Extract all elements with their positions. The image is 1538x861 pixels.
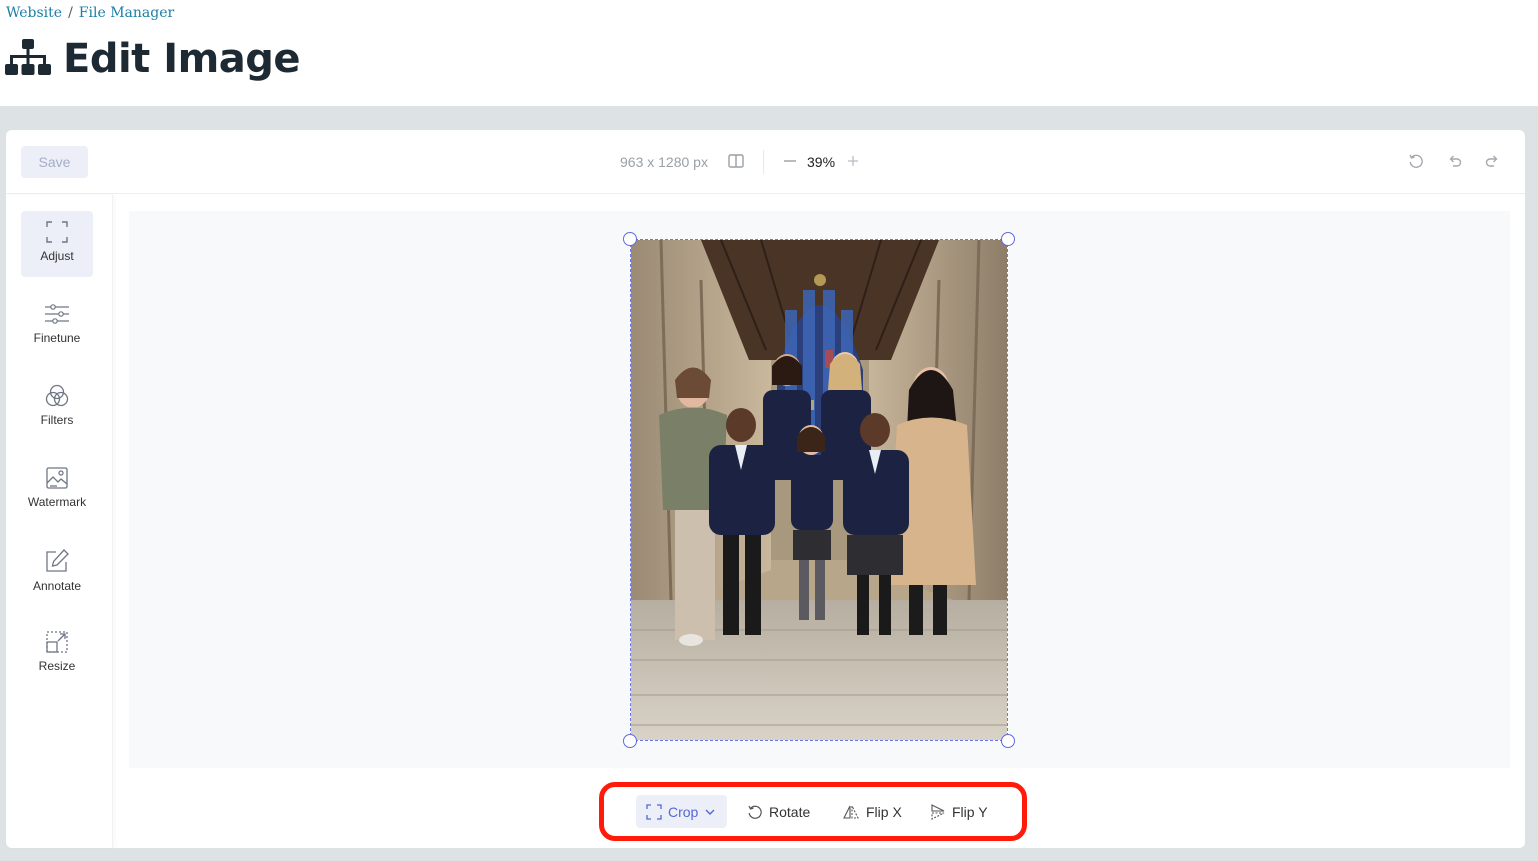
sliders-icon [45, 304, 69, 324]
crop-handle-bottom-right[interactable] [1001, 734, 1015, 748]
sitemap-icon [5, 37, 63, 82]
sidebar-item-resize[interactable]: Resize [21, 621, 93, 687]
tool-sidebar: Adjust Finetune Filters Watermark Annota… [6, 195, 113, 848]
title-row: Edit Image [5, 36, 301, 82]
flip-x-label: Flip X [866, 803, 902, 820]
breadcrumb-separator: / [68, 5, 73, 21]
sidebar-item-finetune[interactable]: Finetune [21, 293, 93, 359]
zoom-in-button[interactable] [845, 151, 861, 171]
sidebar-item-adjust[interactable]: Adjust [21, 211, 93, 277]
sidebar-item-filters[interactable]: Filters [21, 375, 93, 441]
flip-y-label: Flip Y [952, 803, 988, 820]
reset-icon[interactable] [1408, 153, 1424, 174]
compare-icon[interactable] [728, 154, 744, 173]
zoom-level[interactable]: 39% [807, 154, 835, 170]
crop-handle-top-left[interactable] [623, 232, 637, 246]
minus-icon [784, 160, 796, 162]
rotate-icon [748, 805, 762, 819]
image-editor: Save 963 x 1280 px 39% Adjust Finetune F… [6, 130, 1525, 848]
sidebar-item-label: Watermark [27, 495, 87, 509]
crop-frame-icon [46, 221, 68, 243]
resize-icon [46, 631, 68, 653]
crop-frame-icon [646, 803, 662, 820]
save-button[interactable]: Save [21, 146, 88, 178]
page-title: Edit Image [63, 36, 301, 82]
sidebar-item-label: Filters [40, 413, 74, 427]
toolbar-divider [763, 150, 764, 174]
rotate-button[interactable]: Rotate [737, 795, 820, 828]
image-watermark-icon [46, 467, 68, 489]
redo-icon[interactable] [1484, 153, 1500, 174]
flip-y-icon [931, 803, 945, 820]
crop-button[interactable]: Crop [636, 795, 728, 828]
chevron-down-icon [705, 809, 715, 815]
sidebar-item-label: Resize [38, 659, 76, 673]
crop-label: Crop [668, 803, 699, 820]
undo-icon[interactable] [1447, 153, 1463, 174]
plus-icon [848, 156, 858, 166]
sidebar-item-label: Adjust [40, 249, 74, 263]
color-circles-icon [45, 384, 69, 407]
editor-toolbar: Save 963 x 1280 px 39% [6, 130, 1525, 194]
sidebar-item-annotate[interactable]: Annotate [21, 539, 93, 605]
crop-handle-top-right[interactable] [1001, 232, 1015, 246]
breadcrumb-website-link[interactable]: Website [6, 5, 62, 21]
sidebar-item-label: Annotate [32, 579, 82, 593]
flip-y-button[interactable]: Flip Y [920, 795, 998, 828]
sidebar-item-label: Finetune [33, 331, 81, 345]
image-preview[interactable] [630, 239, 1008, 741]
flip-x-button[interactable]: Flip X [832, 795, 912, 828]
rotate-label: Rotate [769, 803, 811, 820]
pencil-square-icon [46, 549, 69, 572]
zoom-out-button[interactable] [782, 152, 798, 172]
photo-group-church [631, 240, 1007, 740]
breadcrumb: Website / File Manager [6, 5, 174, 21]
crop-handle-bottom-left[interactable] [623, 734, 637, 748]
sidebar-item-watermark[interactable]: Watermark [21, 457, 93, 523]
breadcrumb-file-manager-link[interactable]: File Manager [79, 5, 174, 21]
flip-x-icon [843, 805, 859, 819]
image-canvas [129, 211, 1510, 768]
page-header: Website / File Manager Edit Image [0, 0, 1538, 106]
image-dimensions: 963 x 1280 px [620, 154, 708, 170]
